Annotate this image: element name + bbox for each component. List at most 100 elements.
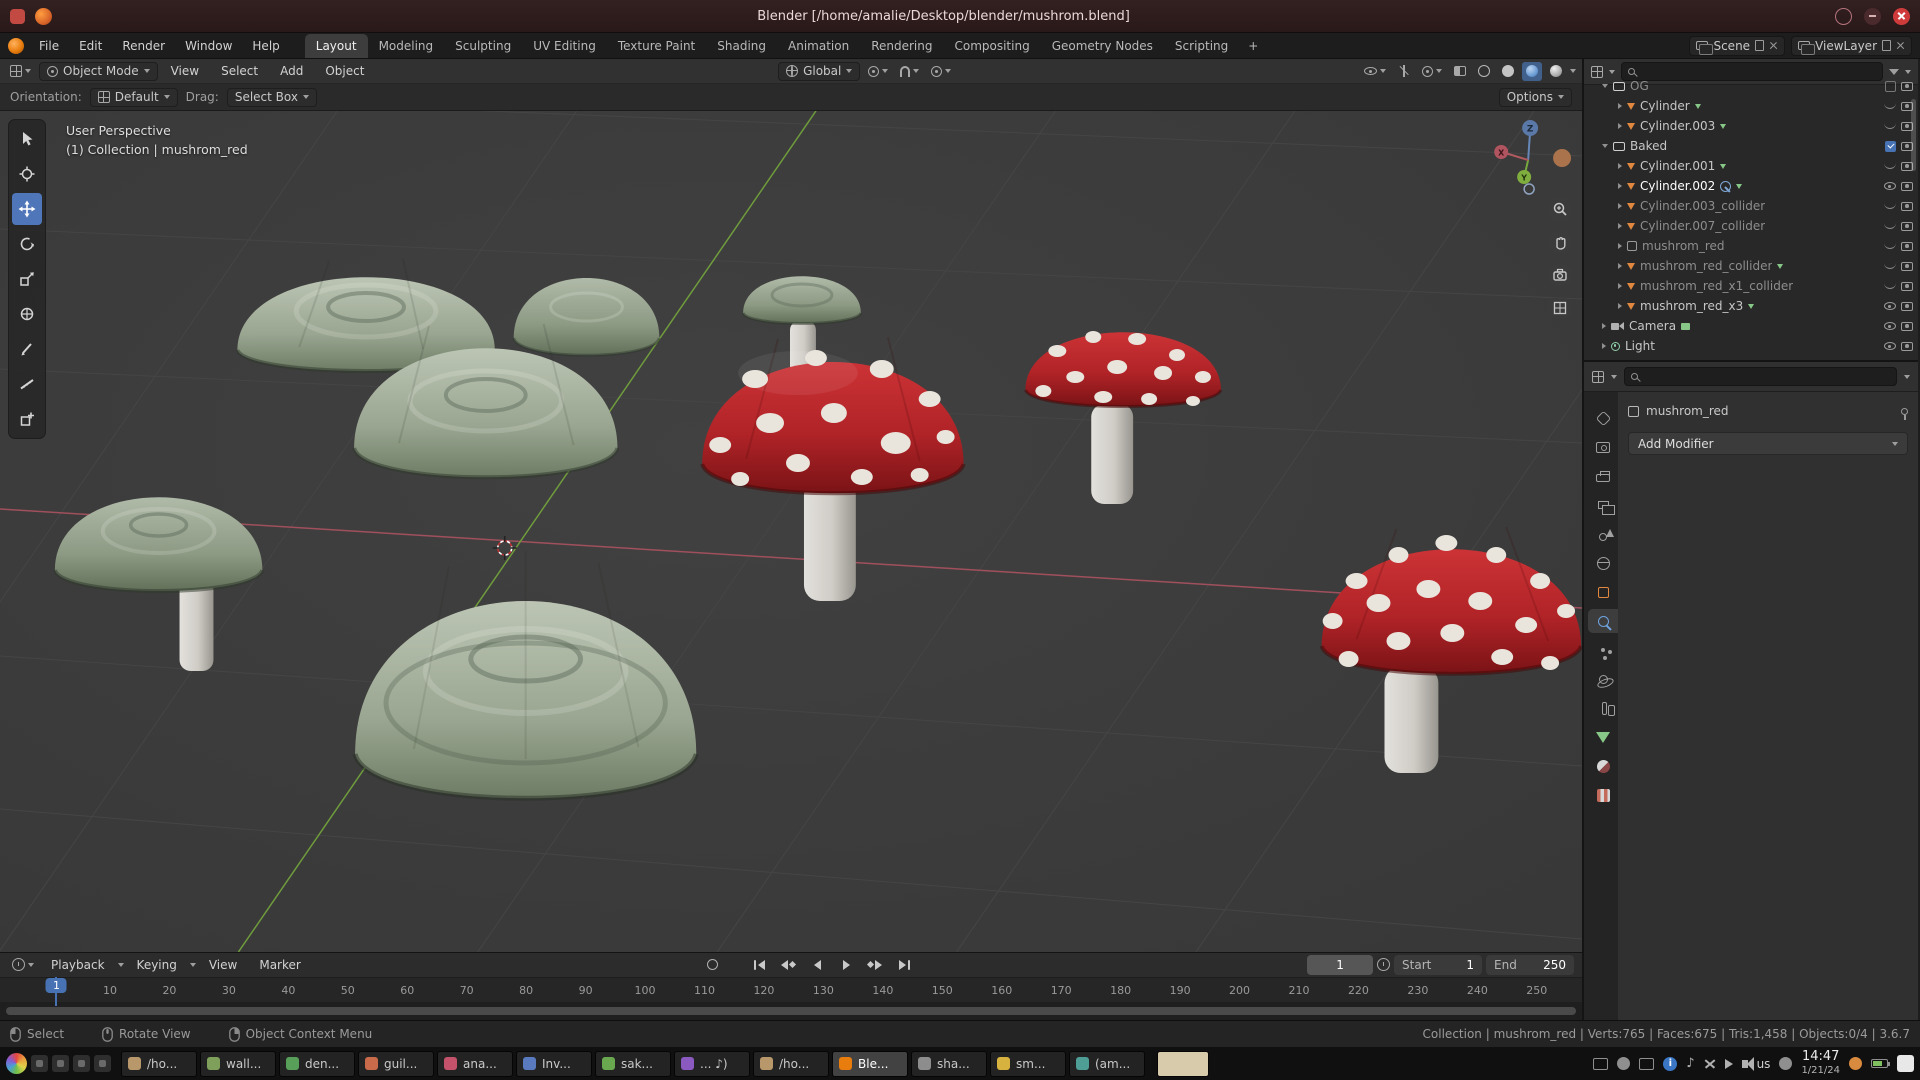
properties-tab-physics[interactable] [1588,667,1618,691]
expand-arrow-icon[interactable] [1602,323,1606,329]
pin-icon[interactable] [1901,408,1908,415]
properties-tab-output[interactable] [1588,464,1618,488]
properties-tab-scene[interactable] [1588,522,1618,546]
tool-cursor[interactable] [12,158,42,190]
tool-select-box[interactable] [12,123,42,155]
workspace-tab-rendering[interactable]: Rendering [860,34,943,58]
eye-closed-icon[interactable] [1884,223,1896,229]
pan-button[interactable] [1548,230,1572,254]
expand-arrow-icon[interactable] [1618,263,1622,269]
tool-annotate[interactable] [12,333,42,365]
tool-measure[interactable] [12,368,42,400]
snapping-button[interactable] [896,62,923,81]
workspace-tab-geometry-nodes[interactable]: Geometry Nodes [1041,34,1164,58]
properties-tab-world[interactable] [1588,551,1618,575]
shading-rendered-button[interactable] [1546,62,1566,81]
close-button[interactable] [1893,8,1910,25]
window-options-button[interactable] [1835,8,1852,25]
tray-app-icon-2[interactable] [1639,1058,1654,1070]
tool-scale[interactable] [12,263,42,295]
auto-keyframe-button[interactable] [700,955,725,974]
workspace-tab-layout[interactable]: Layout [305,34,368,58]
scissors-icon[interactable] [1704,1058,1716,1070]
taskbar-window-button[interactable]: sm... [990,1051,1066,1077]
workspace-tab-animation[interactable]: Animation [777,34,860,58]
taskbar-window-button[interactable]: /ho... [121,1051,197,1077]
viewlayer-selector[interactable]: ViewLayer [1791,36,1912,56]
expand-arrow-icon[interactable] [1602,144,1608,148]
preview-range-icon[interactable] [1377,958,1390,971]
blender-logo-icon[interactable] [8,38,24,54]
display-icon[interactable] [1593,1058,1608,1070]
menu-edit[interactable]: Edit [70,36,111,56]
show-gizmo-button[interactable] [1394,62,1414,81]
expand-arrow-icon[interactable] [1602,84,1608,88]
play-icon[interactable] [1725,1059,1733,1069]
taskbar-window-button[interactable]: wall... [200,1051,276,1077]
tray-app-icon-1[interactable] [1617,1057,1630,1070]
outliner-row[interactable]: Cylinder.007_collider [1584,216,1918,236]
music-icon[interactable]: ♪ [1686,1056,1694,1071]
taskbar-window-button[interactable]: den... [279,1051,355,1077]
pinned-app-icon-4[interactable] [94,1055,111,1072]
options-dropdown[interactable]: Options [1499,88,1572,107]
workspace-tab-sculpting[interactable]: Sculpting [444,34,522,58]
disable-in-renders-icon[interactable] [1901,282,1913,291]
current-frame-field[interactable]: 1 [1307,955,1373,975]
add-modifier-button[interactable]: Add Modifier [1628,432,1908,455]
gizmo-minus-x-axis[interactable] [1553,149,1571,167]
scene-selector[interactable]: Scene [1689,36,1785,56]
workspace-tab-scripting[interactable]: Scripting [1164,34,1239,58]
start-frame-field[interactable]: Start 1 [1394,955,1482,975]
timeline-scroll-thumb[interactable] [6,1007,1576,1015]
collection-checkbox[interactable] [1885,81,1896,92]
editor-type-button[interactable] [6,62,35,81]
workspace-tab-compositing[interactable]: Compositing [943,34,1040,58]
disable-in-renders-icon[interactable] [1901,302,1913,311]
3d-viewport[interactable]: Z X Y User Perspective (1) Collection | … [0,111,1582,952]
tool-move[interactable] [12,193,42,225]
eye-open-icon[interactable] [1884,302,1896,310]
pinned-app-icon-2[interactable] [52,1055,69,1072]
menu-file[interactable]: File [30,36,68,56]
properties-search-input[interactable] [1624,367,1897,386]
expand-arrow-icon[interactable] [1618,223,1622,229]
properties-tab-tool[interactable] [1588,406,1618,430]
play-reverse-button[interactable] [805,955,830,974]
shading-solid-button[interactable] [1498,62,1518,81]
eye-closed-icon[interactable] [1884,243,1896,249]
workspace-tab-texture-paint[interactable]: Texture Paint [607,34,706,58]
expand-arrow-icon[interactable] [1618,103,1622,109]
menu-view[interactable]: View [162,61,208,81]
orientation-setting-select[interactable]: Default [90,88,178,107]
shading-wireframe-button[interactable] [1474,62,1494,81]
add-workspace-button[interactable]: + [1239,34,1267,58]
window-menu-icon[interactable] [10,9,25,24]
chevron-down-icon[interactable] [1905,70,1911,74]
taskbar-window-button[interactable]: sha... [911,1051,987,1077]
volume-icon[interactable] [1742,1060,1748,1068]
taskbar-window-button[interactable]: guil... [358,1051,434,1077]
camera-view-button[interactable] [1548,263,1572,287]
taskbar-window-button[interactable]: (am... [1069,1051,1145,1077]
info-icon[interactable]: i [1663,1057,1677,1071]
disable-in-renders-icon[interactable] [1901,82,1913,91]
visibility-dropdown[interactable] [1360,62,1390,81]
pinned-app-icon-1[interactable] [31,1055,48,1072]
outliner-row[interactable]: mushrom_red [1584,236,1918,256]
jump-to-end-button[interactable] [892,955,917,974]
menu-keying[interactable]: Keying [128,955,186,975]
toggle-perspective-button[interactable] [1548,296,1572,320]
playhead-frame-chip[interactable]: 1 [46,978,67,993]
keyboard-layout-indicator[interactable]: us [1757,1057,1771,1071]
properties-tab-material[interactable] [1588,754,1618,778]
drag-setting-select[interactable]: Select Box [227,88,317,107]
minimize-button[interactable] [1864,8,1881,25]
taskbar-window-button[interactable]: ... ♪) [674,1051,750,1077]
disable-in-renders-icon[interactable] [1901,202,1913,211]
menu-add[interactable]: Add [271,61,312,81]
eye-closed-icon[interactable] [1884,123,1896,129]
taskbar-window-button[interactable]: Ble... [832,1051,908,1077]
zoom-button[interactable] [1548,197,1572,221]
chevron-down-icon[interactable] [1904,375,1910,379]
